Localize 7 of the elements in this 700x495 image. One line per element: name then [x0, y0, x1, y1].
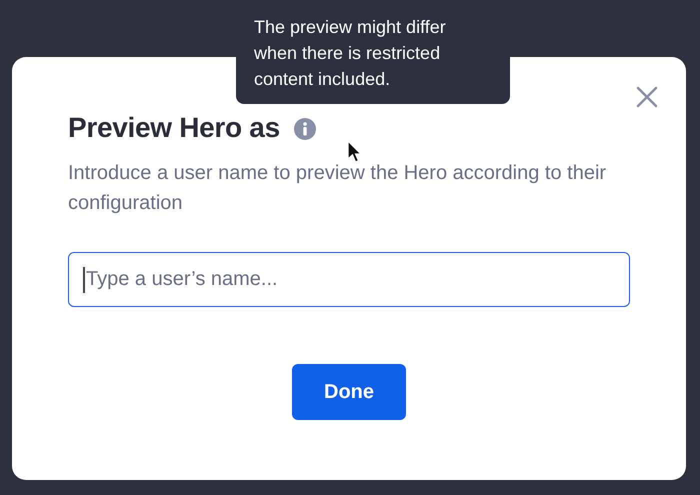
info-icon[interactable] [294, 118, 316, 140]
close-button[interactable] [636, 86, 658, 108]
name-input-field[interactable]: Type a user’s name... [68, 252, 630, 307]
dialog-description: Introduce a user name to preview the Hero according to their configuration [68, 161, 608, 216]
done-button[interactable]: Done [292, 364, 406, 420]
text-cursor-icon [83, 267, 85, 293]
dialog-title: Preview Hero as [68, 112, 280, 144]
